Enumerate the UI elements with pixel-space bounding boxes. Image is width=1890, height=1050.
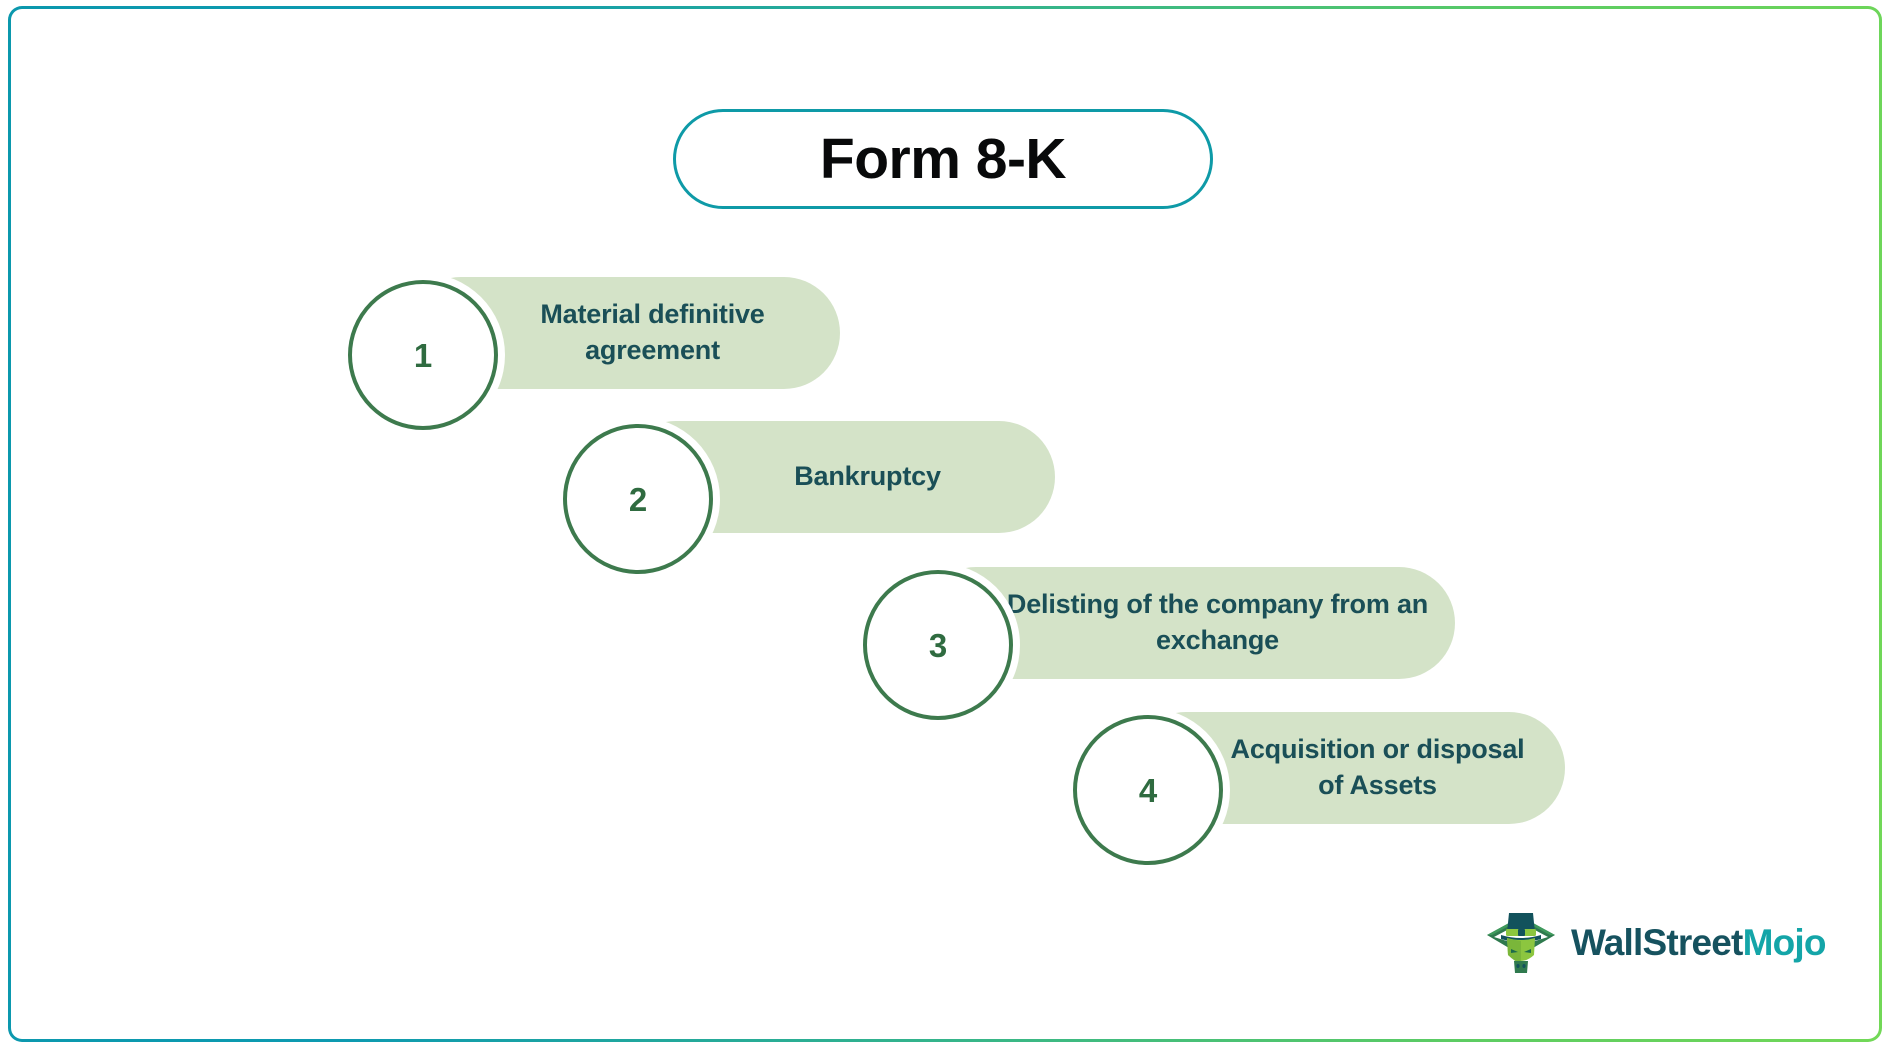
step-number-2: 2 xyxy=(628,480,648,518)
step-label-4: Acquisition or disposal of Assets xyxy=(1230,734,1525,800)
step-label-2: Bankruptcy xyxy=(794,461,941,492)
logo-word-primary: WallStreet xyxy=(1571,921,1743,963)
step-circle-3: 3 xyxy=(863,570,1013,720)
brand-logo: WallStreetMojo xyxy=(1483,907,1826,977)
step-circle-1: 1 xyxy=(348,280,498,430)
step-number-1: 1 xyxy=(413,336,433,374)
logo-wordmark: WallStreetMojo xyxy=(1571,924,1826,961)
step-label-3: Delisting of the company from an exchang… xyxy=(1006,589,1429,655)
step-circle-2: 2 xyxy=(563,424,713,574)
logo-word-accent: Mojo xyxy=(1742,921,1827,963)
step-number-4: 4 xyxy=(1138,771,1158,809)
step-number-3: 3 xyxy=(928,626,948,664)
page-title: Form 8-K xyxy=(819,126,1067,191)
infographic-card: Form 8-K Material definitive agreement 1… xyxy=(8,6,1882,1042)
page-title-pill: Form 8-K xyxy=(673,109,1213,209)
card-inner: Form 8-K Material definitive agreement 1… xyxy=(11,9,1879,1039)
bull-mascot-tophat-icon xyxy=(1487,913,1555,973)
step-label-1: Material definitive agreement xyxy=(540,299,765,365)
step-circle-4: 4 xyxy=(1073,715,1223,865)
